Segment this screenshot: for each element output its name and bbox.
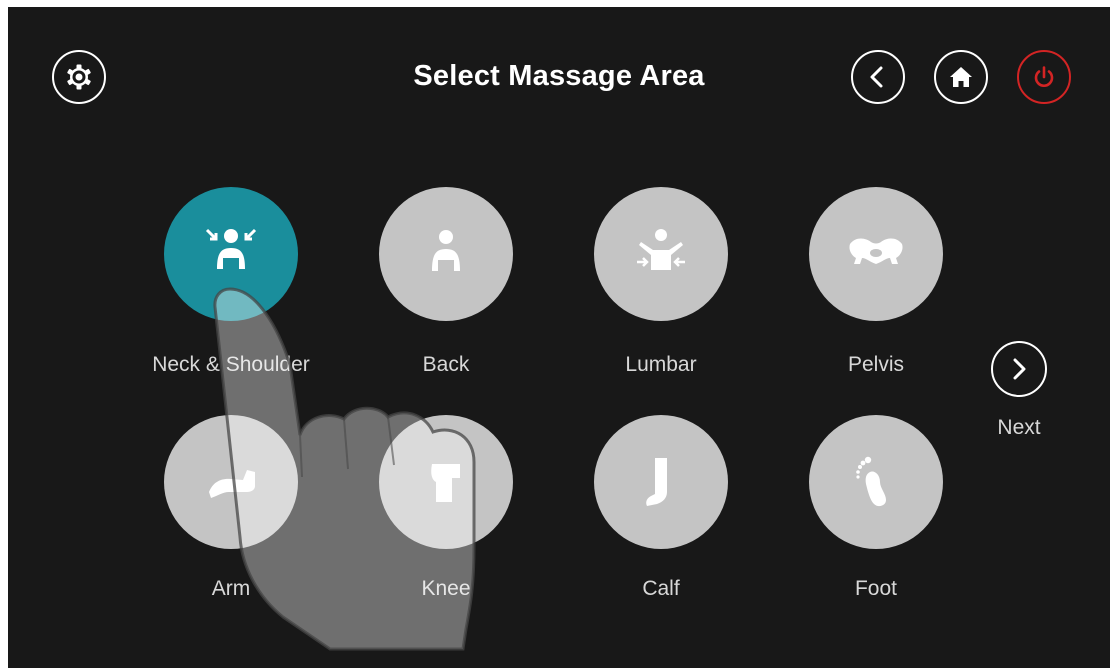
massage-screen: Select Massage Area Neck & Shoulder Back… (8, 7, 1110, 668)
area-label: Calf (642, 577, 680, 600)
area-back-button[interactable] (379, 187, 513, 321)
foot-icon (856, 456, 886, 507)
pelvis-icon (849, 238, 903, 264)
area-label: Lumbar (625, 353, 697, 376)
area-neck-shoulder-button[interactable] (164, 187, 298, 321)
area-label: Pelvis (847, 353, 905, 376)
area-label: Back (422, 353, 470, 376)
area-knee-button[interactable] (379, 415, 513, 549)
home-button[interactable] (934, 50, 988, 104)
area-calf-button[interactable] (594, 415, 728, 549)
neck-shoulder-icon (205, 228, 257, 269)
area-foot-button[interactable] (809, 415, 943, 549)
back-button[interactable] (851, 50, 905, 104)
knee-icon (431, 464, 460, 502)
area-lumbar-button[interactable] (594, 187, 728, 321)
power-button[interactable] (1017, 50, 1071, 104)
home-icon (950, 67, 972, 87)
next-page-button[interactable] (991, 341, 1047, 397)
power-icon (1034, 66, 1054, 87)
area-label: Neck & Shoulder (152, 353, 310, 376)
chevron-right-icon (1013, 358, 1026, 380)
area-label: Foot (854, 577, 898, 600)
next-label: Next (997, 416, 1041, 439)
chevron-left-icon (870, 66, 883, 88)
area-label: Knee (421, 577, 471, 600)
arm-icon (209, 470, 255, 498)
touch-hand-overlay (213, 287, 476, 651)
area-label: Arm (211, 577, 251, 600)
area-pelvis-button[interactable] (809, 187, 943, 321)
lumbar-icon (637, 229, 685, 270)
back-icon (432, 230, 460, 271)
area-arm-button[interactable] (164, 415, 298, 549)
calf-icon (646, 458, 667, 506)
